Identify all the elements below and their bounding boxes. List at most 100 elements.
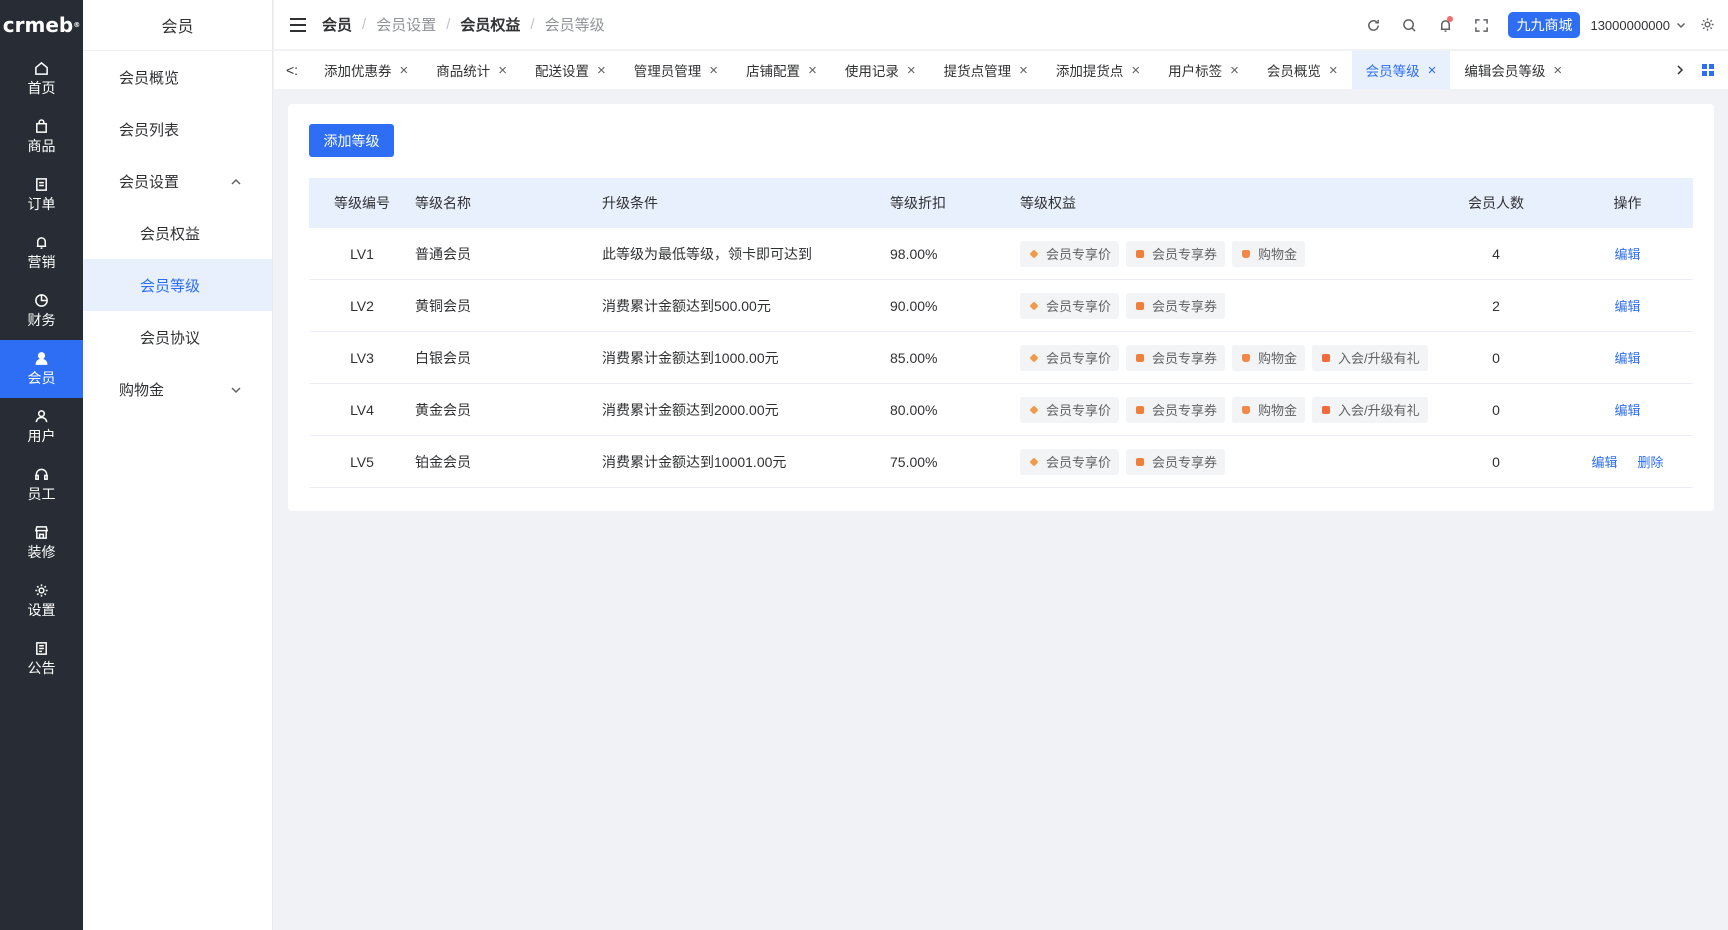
delete-link[interactable]: 删除 bbox=[1638, 455, 1664, 470]
close-icon[interactable]: × bbox=[1019, 62, 1028, 79]
rail-item-decoration[interactable]: 装修 bbox=[0, 514, 83, 572]
tabs-scroll-left-icon[interactable]: <: bbox=[274, 51, 310, 89]
perk-tag: 会员专享券 bbox=[1126, 344, 1226, 371]
tab-product-stats[interactable]: 商品统计 × bbox=[422, 51, 521, 89]
level-perks: 会员专享价 会员专享券 购物金 入会/升级有礼 bbox=[1020, 396, 1430, 423]
close-icon[interactable]: × bbox=[907, 62, 916, 79]
fullscreen-icon[interactable] bbox=[1472, 16, 1490, 34]
table-row: LV4 黄金会员 消费累计金额达到2000.00元 80.00% 会员专享价 会… bbox=[309, 384, 1693, 436]
rail-item-product[interactable]: 商品 bbox=[0, 108, 83, 166]
tab-label: 配送设置 bbox=[535, 64, 590, 79]
headset-icon bbox=[35, 468, 48, 480]
upgrade-condition: 消费累计金额达到10001.00元 bbox=[602, 453, 787, 470]
gear-icon bbox=[35, 583, 48, 597]
tab-add-coupon[interactable]: 添加优惠券 × bbox=[310, 51, 422, 89]
rail-item-marketing[interactable]: 营销 bbox=[0, 224, 83, 282]
gift-icon bbox=[1322, 353, 1331, 362]
perk-tag: 会员专享券 bbox=[1126, 396, 1226, 423]
edit-link[interactable]: 编辑 bbox=[1614, 403, 1640, 418]
submenu-item-member-level[interactable]: 会员等级 bbox=[83, 259, 272, 311]
tab-member-overview[interactable]: 会员概览 × bbox=[1253, 51, 1352, 89]
rail-item-finance[interactable]: 财务 bbox=[0, 282, 83, 340]
menu-toggle-icon[interactable] bbox=[290, 17, 306, 32]
grid-menu-icon[interactable] bbox=[1698, 51, 1718, 89]
breadcrumb-item[interactable]: 会员 bbox=[322, 14, 352, 35]
tab-store-config[interactable]: 店铺配置 × bbox=[732, 51, 831, 89]
rail-item-user[interactable]: 用户 bbox=[0, 398, 83, 456]
edit-link[interactable]: 编辑 bbox=[1614, 247, 1640, 262]
user-account-dropdown[interactable]: 13000000000 bbox=[1590, 18, 1686, 33]
logo[interactable]: crmeb ® bbox=[0, 0, 83, 50]
close-icon[interactable]: × bbox=[1131, 62, 1140, 79]
rail-item-staff[interactable]: 员工 bbox=[0, 456, 83, 514]
rail-item-label: 首页 bbox=[27, 79, 56, 96]
rail-item-notice[interactable]: 公告 bbox=[0, 630, 83, 688]
settings-gear-icon[interactable] bbox=[1700, 17, 1716, 33]
shopping-bag-icon bbox=[36, 118, 47, 133]
perk-label: 会员专享价 bbox=[1046, 351, 1112, 366]
close-icon[interactable]: × bbox=[400, 62, 409, 79]
tab-member-level[interactable]: 会员等级 × bbox=[1351, 51, 1451, 89]
close-icon[interactable]: × bbox=[597, 62, 606, 79]
discount-value: 75.00% bbox=[890, 453, 938, 470]
registered-mark: ® bbox=[73, 21, 81, 29]
submenu-item-member-overview[interactable]: 会员概览 bbox=[83, 51, 272, 103]
submenu-item-shopping-gold[interactable]: 购物金 bbox=[83, 363, 272, 415]
rail-item-home[interactable]: 首页 bbox=[0, 50, 83, 108]
submenu-item-member-rights[interactable]: 会员权益 bbox=[83, 207, 272, 259]
wallet-icon bbox=[1242, 405, 1251, 414]
tab-admin-management[interactable]: 管理员管理 × bbox=[620, 51, 732, 89]
pie-chart-icon bbox=[35, 293, 48, 307]
shop-name-badge[interactable]: 九九商城 bbox=[1508, 12, 1581, 38]
rail-item-label: 设置 bbox=[27, 601, 56, 618]
edit-link[interactable]: 编辑 bbox=[1614, 351, 1640, 366]
submenu-item-member-list[interactable]: 会员列表 bbox=[83, 103, 272, 155]
edit-link[interactable]: 编辑 bbox=[1614, 299, 1640, 314]
submenu-item-label: 会员等级 bbox=[140, 277, 201, 295]
perk-label: 会员专享价 bbox=[1046, 247, 1112, 262]
breadcrumb-item[interactable]: 会员设置 bbox=[376, 14, 436, 35]
notice-icon bbox=[36, 641, 47, 655]
search-icon[interactable] bbox=[1400, 16, 1418, 34]
edit-link[interactable]: 编辑 bbox=[1591, 455, 1617, 470]
add-level-button[interactable]: 添加等级 bbox=[309, 124, 394, 157]
tab-user-tags[interactable]: 用户标签 × bbox=[1154, 51, 1253, 89]
diamond-icon bbox=[1029, 300, 1039, 311]
tab-pickup-management[interactable]: 提货点管理 × bbox=[930, 51, 1042, 89]
tab-label: 添加优惠券 bbox=[324, 64, 392, 79]
notification-bell-icon[interactable] bbox=[1436, 16, 1454, 34]
perk-label: 会员专享券 bbox=[1152, 247, 1218, 262]
column-header: 等级权益 bbox=[1020, 195, 1076, 211]
close-icon[interactable]: × bbox=[1553, 62, 1562, 79]
tab-label: 提货点管理 bbox=[943, 64, 1012, 79]
close-icon[interactable]: × bbox=[1230, 62, 1239, 79]
refresh-icon[interactable] bbox=[1364, 16, 1382, 34]
rail-item-member[interactable]: 会员 bbox=[0, 340, 83, 398]
tab-usage-records[interactable]: 使用记录 × bbox=[831, 51, 930, 89]
tab-edit-member-level[interactable]: 编辑会员等级 × bbox=[1450, 51, 1576, 89]
tab-label: 店铺配置 bbox=[746, 64, 801, 79]
submenu-item-member-settings[interactable]: 会员设置 bbox=[83, 155, 272, 207]
rail-item-settings[interactable]: 设置 bbox=[0, 572, 83, 630]
close-icon[interactable]: × bbox=[808, 62, 817, 79]
rail-item-order[interactable]: 订单 bbox=[0, 166, 83, 224]
row-actions: 编辑 bbox=[1562, 244, 1693, 263]
breadcrumb-item[interactable]: 会员权益 bbox=[460, 14, 520, 35]
member-icon bbox=[35, 351, 48, 365]
level-code: LV3 bbox=[350, 349, 374, 366]
chevron-right-icon[interactable] bbox=[1670, 51, 1690, 89]
coupon-icon bbox=[1136, 301, 1145, 310]
close-icon[interactable]: × bbox=[709, 62, 718, 79]
submenu-item-member-agreement[interactable]: 会员协议 bbox=[83, 311, 272, 363]
level-code: LV5 bbox=[350, 453, 374, 470]
tab-delivery-settings[interactable]: 配送设置 × bbox=[521, 51, 620, 89]
breadcrumb-item-current: 会员等级 bbox=[544, 17, 605, 34]
diamond-icon bbox=[1029, 248, 1039, 259]
close-icon[interactable]: × bbox=[1428, 62, 1437, 79]
submenu-item-label: 会员权益 bbox=[140, 225, 201, 243]
close-icon[interactable]: × bbox=[1329, 62, 1338, 79]
close-icon[interactable]: × bbox=[498, 62, 507, 79]
submenu-item-label: 会员设置 bbox=[119, 173, 180, 191]
tab-add-pickup[interactable]: 添加提货点 × bbox=[1042, 51, 1154, 89]
upgrade-condition: 消费累计金额达到500.00元 bbox=[602, 297, 771, 314]
